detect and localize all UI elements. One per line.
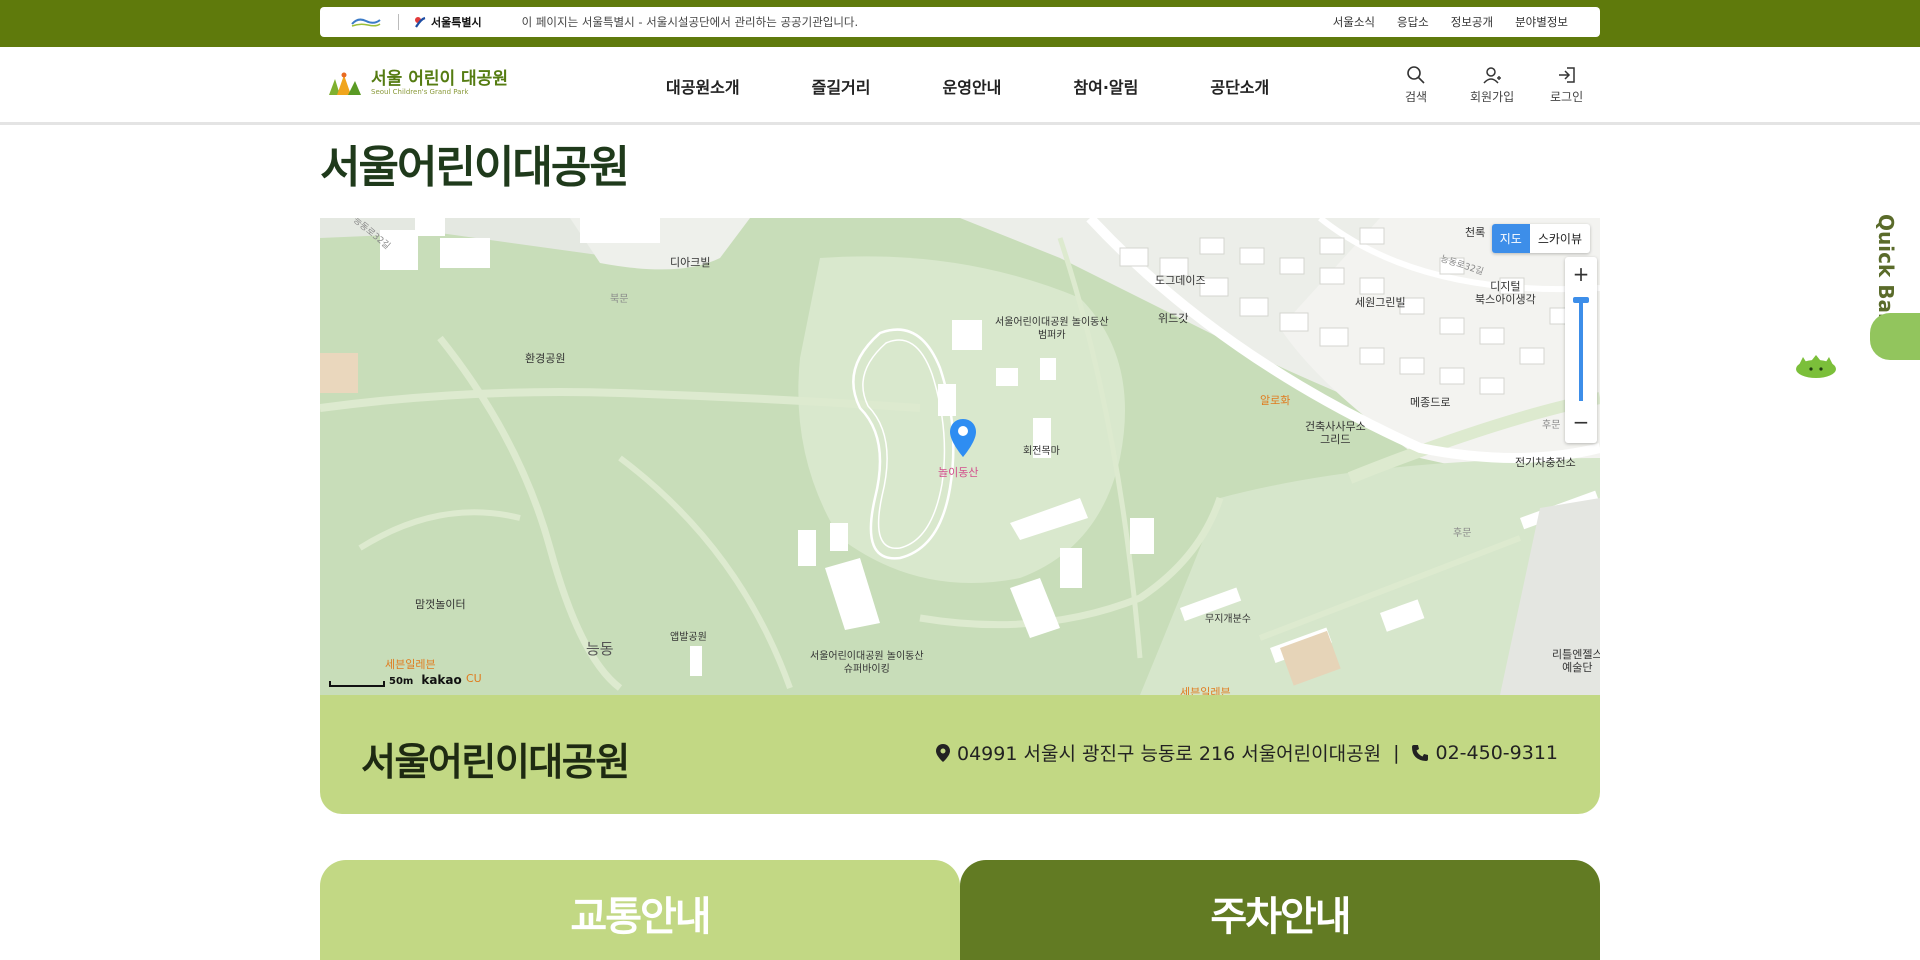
map-label-mujigae: 무지개분수 [1205,614,1251,625]
tab-traffic-info[interactable]: 교통안내 [320,860,960,960]
phone-icon [1412,744,1429,761]
nav-operation-info[interactable]: 운영안내 [943,74,1002,98]
location-pin-icon [936,743,950,762]
kakao-logo[interactable]: kakao [421,673,461,687]
mascot-icon [1796,355,1836,378]
map-label-maisondro: 메종드로 [1410,396,1451,409]
map-scale-bar [329,681,385,687]
search-label: 검색 [1405,90,1428,104]
map-label-hwangyeong: 환경공원 [525,352,566,365]
map-label-bukmun: 북문 [610,294,629,305]
login-button[interactable]: 로그인 [1550,65,1583,105]
map-scale: 50m kakao [329,673,462,687]
contact-separator: | [1393,741,1400,764]
zoom-out-button[interactable]: − [1565,407,1597,437]
map-label-alohwa: 알로화 [1260,394,1291,407]
park-logo[interactable]: 서울 어린이 대공원 Seoul Children's Grand Park [327,69,508,97]
map-label-little-angels: 리틀엔젤스 예술단 [1552,648,1600,674]
map-label-ev-station: 전기차충전소 [1515,456,1576,469]
gov-link-news[interactable]: 서울소식 [1333,14,1375,30]
map-zoom-control: + − [1565,257,1597,443]
main-nav: 대공원소개 즐길거리 운영안내 참여·알림 공단소개 [660,47,1269,125]
gov-divider [398,14,399,30]
map-label-dogdays: 도그데이즈 [1155,274,1206,287]
seoul-brand-logo[interactable] [350,15,382,29]
gov-link-field-info[interactable]: 분야별정보 [1515,14,1568,30]
search-button[interactable]: 검색 [1405,65,1427,105]
map-type-map[interactable]: 지도 [1491,224,1530,253]
map-label-humun-1: 후문 [1542,420,1561,431]
map-label-superviking: 서울어린이대공원 놀이동산 슈퍼바이킹 [810,651,924,675]
gov-bar-inner: 서울특별시 이 페이지는 서울특별시 - 서울시설공단에서 관리하는 공공기관입… [320,7,1600,37]
tab-parking-label: 주차안내 [1210,894,1351,940]
park-phone[interactable]: 02-450-9311 [1435,742,1558,764]
map-label-widgat: 위드갓 [1158,312,1189,325]
park-info-bar: 서울어린이대공원 04991 서울시 광진구 능동로 216 서울어린이대공원 … [320,695,1600,814]
map-view[interactable]: 디아크빌 북문 환경공원 서울어린이대공원 놀이동산 범퍼카 회전목마 놀이동산… [320,218,1600,695]
map-label-aepbal: 앱발공원 [670,632,707,643]
map-type-skyview[interactable]: 스카이뷰 [1530,224,1590,253]
page-title: 서울어린이대공원 [320,142,630,193]
map-label-amusement-park: 놀이동산 [938,466,979,479]
map-type-toggle: 지도 스카이뷰 [1491,224,1590,253]
zoom-in-button[interactable]: + [1565,259,1597,289]
park-logo-text: 서울 어린이 대공원 Seoul Children's Grand Park [371,70,508,96]
map-label-neungdong: 능동 [586,640,614,658]
gov-link-eungdapso[interactable]: 응답소 [1397,14,1429,30]
gov-links: 서울소식 응답소 정보공개 분야별정보 [1333,14,1568,30]
nav-park-intro[interactable]: 대공원소개 [666,74,740,98]
zoom-slider-fill [1579,301,1583,401]
quick-bar-tab[interactable] [1870,313,1920,360]
signup-button[interactable]: 회원가입 [1470,65,1514,105]
gov-top-bar: 서울특별시 이 페이지는 서울특별시 - 서울시설공단에서 관리하는 공공기관입… [0,0,1920,47]
map-label-digital-books: 디지털 북스아이생각 [1475,280,1536,306]
login-icon [1558,67,1575,83]
map-scale-text: 50m [389,676,414,687]
nav-participation-notice[interactable]: 참여·알림 [1073,74,1138,98]
map-label-humun-2: 후문 [1453,528,1472,539]
zoom-slider-handle[interactable] [1573,297,1589,303]
signup-label: 회원가입 [1470,90,1515,104]
location-marker-icon[interactable] [948,417,978,459]
login-label: 로그인 [1550,90,1584,104]
park-logo-main: 서울 어린이 대공원 [371,69,508,89]
nav-attractions[interactable]: 즐길거리 [812,74,871,98]
site-header: 서울 어린이 대공원 Seoul Children's Grand Park 대… [0,47,1920,125]
map-label-cheollok: 천록 [1465,226,1486,239]
map-label-seven-eleven-1: 세븐일레븐 [385,658,436,671]
gov-notice-text: 이 페이지는 서울특별시 - 서울시설공단에서 관리하는 공공기관입니다. [521,15,859,29]
park-logo-sub: Seoul Children's Grand Park [371,88,469,96]
user-add-icon [1483,67,1502,84]
tab-parking-info[interactable]: 주차안내 [960,860,1600,960]
zoom-slider[interactable] [1573,297,1589,401]
tab-traffic-label: 교통안내 [570,894,711,940]
gov-link-info-disclosure[interactable]: 정보공개 [1451,14,1493,30]
nav-corporation-intro[interactable]: 공단소개 [1210,74,1269,98]
park-info-name: 서울어린이대공원 [361,740,630,784]
seoul-city-logo[interactable]: 서울특별시 [413,14,482,30]
park-address: 04991 서울시 광진구 능동로 216 서울어린이대공원 [957,743,1382,765]
map-label-sewongreenvil: 세원그린빌 [1355,296,1406,309]
map-label-diakvil: 디아크빌 [670,256,711,269]
quick-bar-toggle[interactable]: Quick Bar [1874,214,1898,323]
map-label-cu: CU [466,672,482,685]
map-label-mamggot: 맘껏놀이터 [415,598,466,611]
park-logo-icon [329,72,361,95]
seoul-symbol-icon [415,16,426,28]
map-label-bumpercar: 서울어린이대공원 놀이동산 범퍼카 [995,317,1109,341]
seoul-city-logo-text: 서울특별시 [431,16,482,29]
map-label-seven-eleven-2: 세븐일레븐 [1180,686,1231,695]
map-label-architect: 건축사사무소 그리드 [1305,420,1366,446]
search-icon [1407,66,1425,84]
map-label-merry-go-round: 회전목마 [1023,446,1060,457]
park-contact: 04991 서울시 광진구 능동로 216 서울어린이대공원 | 02-450-… [935,739,1558,766]
